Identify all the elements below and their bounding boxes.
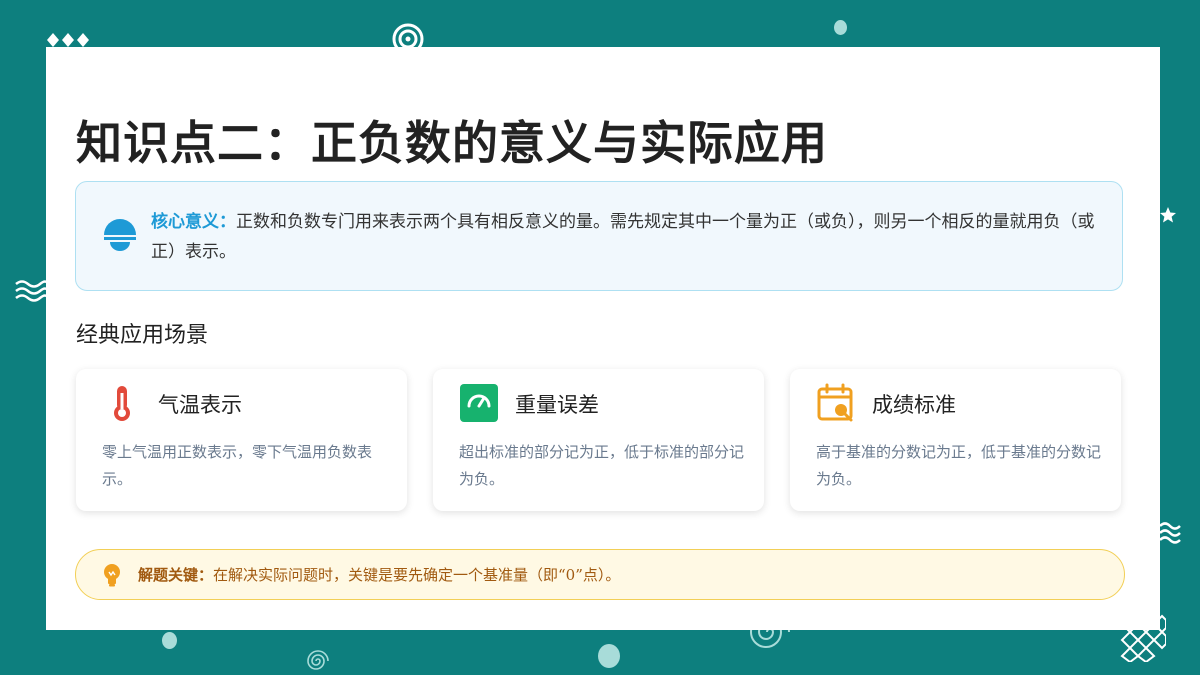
slide-card: 知识点二：正负数的意义与实际应用 核心意义：正数和负数专门用来表示两个具有相反意… bbox=[46, 47, 1160, 630]
thermometer-icon bbox=[114, 386, 130, 421]
card-temperature: 气温表示 零上气温用正数表示，零下气温用负数表示。 bbox=[76, 369, 407, 511]
core-meaning-body: 正数和负数专门用来表示两个具有相反意义的量。需先规定其中一个量为正（或负），则另… bbox=[151, 212, 1095, 262]
page-title: 知识点二：正负数的意义与实际应用 bbox=[76, 116, 828, 170]
core-meaning-box: 核心意义：正数和负数专门用来表示两个具有相反意义的量。需先规定其中一个量为正（或… bbox=[75, 181, 1123, 291]
card-score-standard: 成绩标准 高于基准的分数记为正，低于基准的分数记为负。 bbox=[790, 369, 1121, 511]
card-weight-error: 重量误差 超出标准的部分记为正，低于标准的部分记为负。 bbox=[433, 369, 764, 511]
waves-decoration bbox=[15, 280, 48, 302]
key-tip-text: 解题关键：在解决实际问题时，关键是要先确定一个基准量（即“0”点）。 bbox=[138, 564, 620, 585]
card-title: 重量误差 bbox=[515, 393, 599, 417]
waves-decoration-right bbox=[1159, 522, 1181, 544]
card-description: 超出标准的部分记为正，低于标准的部分记为负。 bbox=[459, 443, 745, 488]
card-description: 高于基准的分数记为正，低于基准的分数记为负。 bbox=[816, 443, 1102, 488]
star-decoration bbox=[1160, 207, 1176, 223]
calendar-search-icon bbox=[817, 383, 853, 422]
spiral-decoration bbox=[307, 650, 329, 670]
dot-decoration-bottom-left bbox=[162, 632, 177, 649]
card-title: 气温表示 bbox=[158, 393, 242, 417]
gauge-icon bbox=[460, 384, 498, 422]
key-tip-label: 解题关键： bbox=[138, 566, 214, 584]
key-tip-box: 解题关键：在解决实际问题时，关键是要先确定一个基准量（即“0”点）。 bbox=[75, 549, 1125, 600]
half-circle-icon bbox=[104, 219, 136, 251]
spiral-decoration-bottom bbox=[749, 628, 790, 648]
diamonds-decoration bbox=[47, 33, 89, 47]
concentric-circles-decoration bbox=[392, 23, 424, 50]
card-description: 零上气温用正数表示，零下气温用负数表示。 bbox=[102, 443, 373, 488]
lightbulb-icon bbox=[104, 564, 120, 587]
core-meaning-label: 核心意义： bbox=[151, 212, 236, 232]
key-tip-body: 在解决实际问题时，关键是要先确定一个基准量（即“0”点）。 bbox=[213, 566, 621, 584]
section-title: 经典应用场景 bbox=[76, 323, 209, 348]
core-meaning-text: 核心意义：正数和负数专门用来表示两个具有相反意义的量。需先规定其中一个量为正（或… bbox=[151, 207, 1111, 267]
dot-decoration-bottom bbox=[598, 644, 620, 668]
card-title: 成绩标准 bbox=[872, 393, 956, 417]
dot-decoration bbox=[834, 20, 847, 35]
